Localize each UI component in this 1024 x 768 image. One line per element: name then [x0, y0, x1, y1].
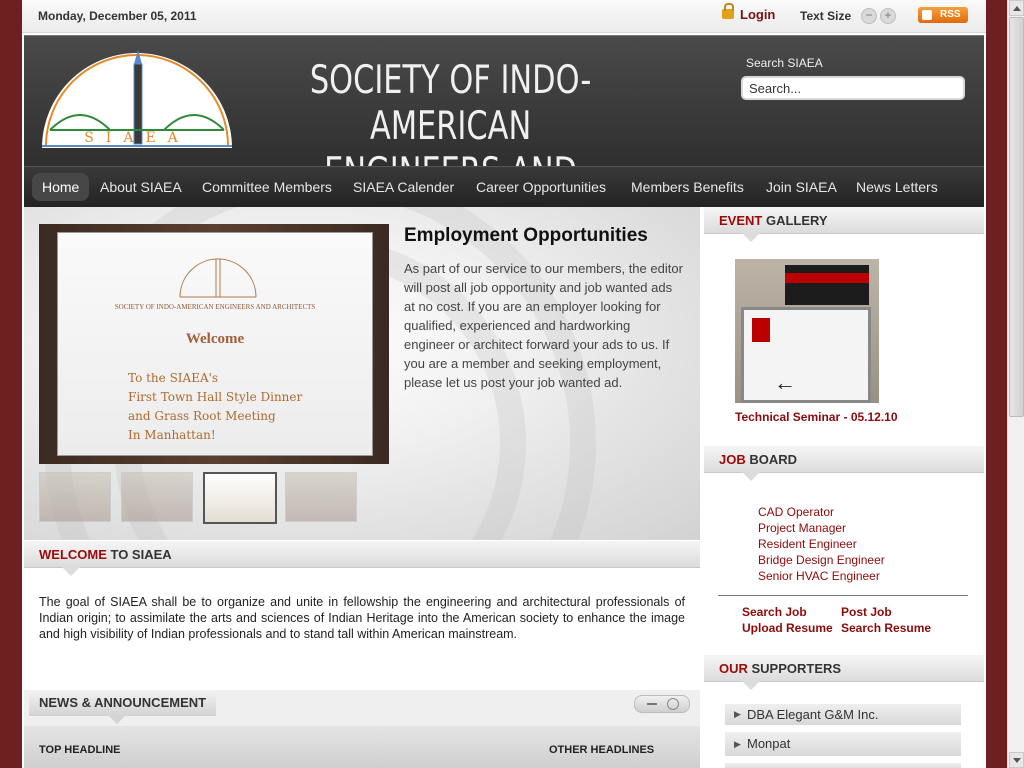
- siaea-logo[interactable]: SIAEA: [40, 50, 234, 150]
- nav-calender[interactable]: SIAEA Calender: [353, 179, 454, 195]
- rss-icon: [922, 10, 932, 20]
- section-notch: [62, 567, 80, 576]
- arrow-left-icon: ←: [774, 370, 796, 395]
- nav-career-opportunities[interactable]: Career Opportunities: [476, 179, 606, 195]
- page-scrollbar[interactable]: [1007, 0, 1024, 768]
- section-notch: [742, 681, 760, 690]
- decrease-text-button[interactable]: −: [861, 8, 877, 24]
- projection-screen: SOCIETY OF INDO-AMERICAN ENGINEERS AND A…: [57, 232, 373, 456]
- text-size-label: Text Size: [800, 9, 852, 23]
- job-item[interactable]: Resident Engineer: [758, 536, 885, 552]
- section-notch: [742, 472, 760, 481]
- screen-org-name: SOCIETY OF INDO-AMERICAN ENGINEERS AND A…: [114, 303, 316, 311]
- collapse-icon[interactable]: [647, 703, 657, 705]
- supporters-title-rest: SUPPORTERS: [747, 661, 842, 676]
- main-nav: Home About SIAEA Committee Members SIAEA…: [24, 166, 984, 207]
- welcome-section-header: WELCOME TO SIAEA: [24, 541, 700, 576]
- slide-thumbnail[interactable]: [285, 472, 357, 522]
- nav-join[interactable]: Join SIAEA: [766, 179, 837, 195]
- news-subheader: TOP HEADLINE OTHER HEADLINES: [24, 726, 700, 768]
- top-bar: Monday, December 05, 2011 Login Text Siz…: [22, 0, 986, 33]
- event-photo[interactable]: ←: [735, 259, 879, 403]
- slide-thumbnail-active[interactable]: [203, 472, 277, 524]
- site-header: SIAEA SOCIETY OF INDO-AMERICAN ENGINEERS…: [24, 35, 984, 241]
- slide-thumbnail[interactable]: [39, 472, 111, 522]
- nav-members-benefits[interactable]: Members Benefits: [631, 179, 744, 195]
- job-list: CAD Operator Project Manager Resident En…: [758, 504, 885, 584]
- sidebar: EVENT GALLERY ← Technical Seminar - 05.1…: [704, 207, 984, 768]
- logo-lettering: SIAEA: [84, 130, 190, 146]
- news-title: NEWS & ANNOUNCEMENT: [39, 695, 207, 710]
- slide-image[interactable]: SOCIETY OF INDO-AMERICAN ENGINEERS AND A…: [39, 224, 389, 464]
- event-gallery-header: EVENT GALLERY: [704, 207, 984, 242]
- divider: [718, 595, 968, 596]
- screen-message: To the SIAEA's First Town Hall Style Din…: [128, 371, 303, 442]
- screen-logo: [179, 258, 257, 298]
- supporter-item[interactable]: ▶ DBA Elegant G&M Inc.: [725, 704, 961, 725]
- login-label: Login: [740, 7, 776, 22]
- event-caption[interactable]: Technical Seminar - 05.12.10: [735, 410, 898, 424]
- welcome-title-rest: TO SIAEA: [106, 547, 172, 562]
- triangle-right-icon: ▶: [734, 739, 741, 749]
- login-link[interactable]: Login: [722, 3, 776, 22]
- supporter-label: DBA Elegant G&M Inc.: [747, 707, 879, 722]
- search-job-link[interactable]: Search Job: [742, 605, 807, 619]
- supporter-item[interactable]: [725, 763, 961, 768]
- nav-home[interactable]: Home: [32, 173, 90, 201]
- featured-slider: SOCIETY OF INDO-AMERICAN ENGINEERS AND A…: [24, 207, 700, 540]
- news-section-header: NEWS & ANNOUNCEMENT: [29, 690, 217, 724]
- supporter-item[interactable]: ▶ Monpat: [725, 732, 961, 756]
- screen-welcome: Welcome: [185, 331, 245, 347]
- event-sign: ←: [741, 307, 871, 403]
- search-input[interactable]: [741, 76, 965, 100]
- rss-label: RSS: [940, 9, 961, 20]
- job-item[interactable]: Senior HVAC Engineer: [758, 568, 885, 584]
- section-notch: [742, 233, 760, 242]
- job-title-highlight: JOB: [719, 452, 746, 467]
- news-controls: [634, 695, 690, 713]
- event-title-highlight: EVENT: [719, 213, 763, 228]
- nav-about[interactable]: About SIAEA: [100, 179, 182, 195]
- welcome-title-highlight: WELCOME: [39, 547, 107, 562]
- main-content: SOCIETY OF INDO-AMERICAN ENGINEERS AND A…: [24, 207, 700, 768]
- increase-text-button[interactable]: +: [880, 8, 896, 24]
- job-item[interactable]: CAD Operator: [758, 504, 885, 520]
- triangle-right-icon: ▶: [734, 709, 741, 719]
- supporter-label: Monpat: [747, 736, 791, 751]
- top-headline-label: TOP HEADLINE: [39, 744, 121, 756]
- current-date: Monday, December 05, 2011: [38, 9, 197, 23]
- news-announcement: NEWS & ANNOUNCEMENT TOP HEADLINE OTHER H…: [24, 690, 700, 768]
- slide-title: Employment Opportunities: [404, 225, 648, 246]
- scroll-down-icon[interactable]: [1009, 752, 1024, 768]
- event-title-rest: GALLERY: [762, 213, 828, 228]
- supporters-title-highlight: OUR: [719, 661, 748, 676]
- supporters-header: OUR SUPPORTERS: [704, 655, 984, 690]
- welcome-text: The goal of SIAEA shall be to organize a…: [39, 595, 685, 641]
- post-job-link[interactable]: Post Job: [841, 605, 892, 619]
- event-banner: [785, 265, 869, 305]
- slide-thumbnail[interactable]: [121, 472, 193, 522]
- lock-icon: [722, 3, 734, 19]
- site-title-line1: SOCIETY OF INDO-AMERICAN: [309, 58, 592, 149]
- nav-committee-members[interactable]: Committee Members: [202, 179, 332, 195]
- job-board-header: JOB BOARD: [704, 446, 984, 481]
- search-resume-link[interactable]: Search Resume: [841, 621, 931, 635]
- scroll-up-icon[interactable]: [1009, 0, 1024, 16]
- job-item[interactable]: Bridge Design Engineer: [758, 552, 885, 568]
- scrollbar-thumb[interactable]: [1009, 17, 1024, 417]
- upload-resume-link[interactable]: Upload Resume: [742, 621, 833, 635]
- other-headlines-label: OTHER HEADLINES: [549, 744, 655, 756]
- job-item[interactable]: Project Manager: [758, 520, 885, 536]
- job-title-rest: BOARD: [745, 452, 798, 467]
- slide-text: As part of our service to our members, t…: [404, 261, 683, 390]
- nav-news-letters[interactable]: News Letters: [856, 179, 938, 195]
- page: Monday, December 05, 2011 Login Text Siz…: [22, 0, 986, 768]
- search-label: Search SIAEA: [746, 56, 823, 70]
- rss-button[interactable]: RSS: [918, 7, 968, 23]
- move-icon[interactable]: [667, 698, 679, 710]
- section-notch: [109, 716, 125, 724]
